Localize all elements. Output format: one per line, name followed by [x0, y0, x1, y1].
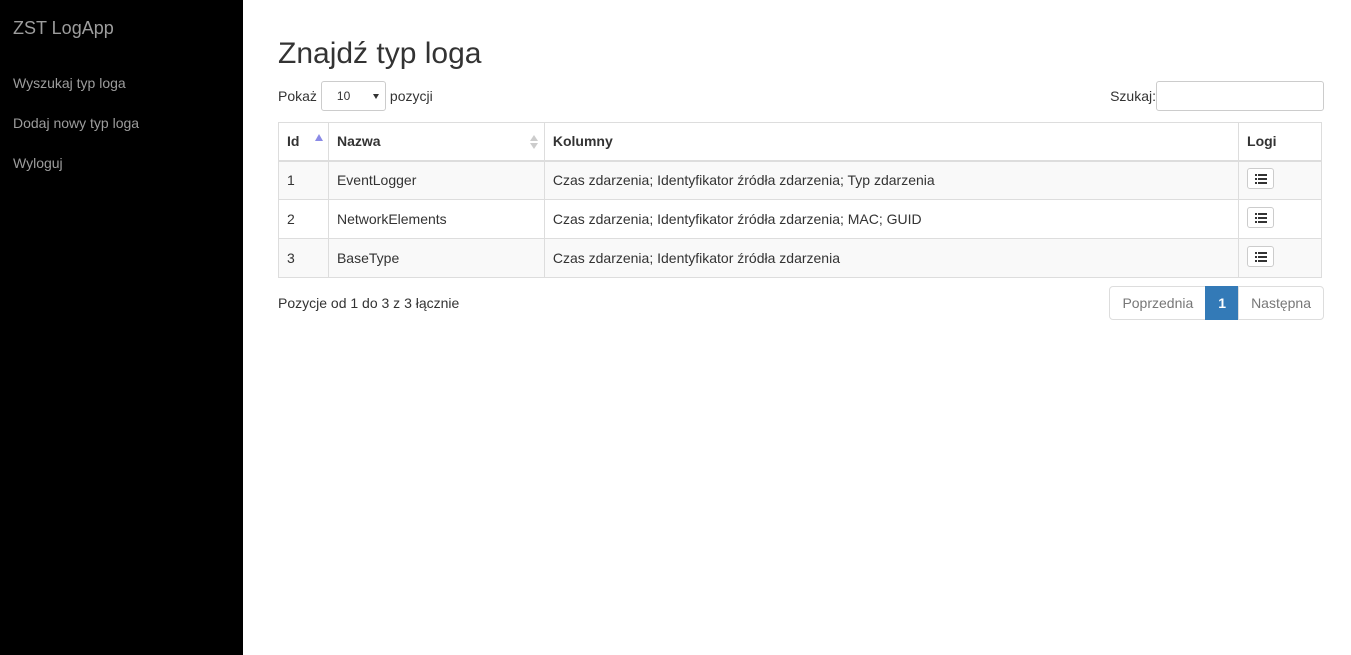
chevron-down-icon: [372, 94, 379, 99]
list-icon: [1255, 213, 1268, 223]
sidebar: ZST LogApp Wyszukaj typ loga Dodaj nowy …: [0, 0, 243, 655]
view-logs-button[interactable]: [1247, 246, 1275, 267]
column-header-name[interactable]: Nazwa: [327, 122, 545, 162]
sidebar-item-add-log-type[interactable]: Dodaj nowy typ loga: [13, 113, 139, 133]
main-content: Znajdź typ loga Pokaż 10 pozycji Szukaj:…: [278, 0, 1324, 655]
view-logs-button[interactable]: [1247, 207, 1275, 228]
search-input[interactable]: [1156, 81, 1324, 111]
view-logs-button[interactable]: [1247, 168, 1275, 190]
log-types-table: Id Nazwa Kolumny Logi 1 EventLogger Czas…: [278, 122, 1322, 278]
table-info: Pozycje od 1 do 3 z 3 łącznie: [278, 295, 460, 311]
cell-logs: [1238, 238, 1322, 278]
table-header-row: Id Nazwa Kolumny Logi: [278, 122, 1322, 162]
cell-name: EventLogger: [327, 160, 545, 200]
sort-ascending-icon: [314, 134, 323, 141]
sidebar-item-search-log-type[interactable]: Wyszukaj typ loga: [13, 73, 126, 93]
app-brand[interactable]: ZST LogApp: [13, 16, 114, 40]
page-length-control: Pokaż 10 pozycji: [278, 81, 433, 111]
cell-logs: [1238, 199, 1322, 239]
next-page-button[interactable]: Następna: [1238, 286, 1324, 320]
column-header-label: Logi: [1247, 133, 1277, 150]
cell-columns: Czas zdarzenia; Identyfikator źródła zda…: [543, 238, 1240, 278]
table-row: 3 BaseType Czas zdarzenia; Identyfikator…: [278, 238, 1322, 278]
list-icon: [1255, 252, 1268, 262]
column-header-label: Kolumny: [552, 133, 613, 150]
sidebar-item-logout[interactable]: Wyloguj: [13, 153, 63, 173]
page-length-prefix: Pokaż: [278, 88, 317, 104]
search-label: Szukaj:: [1110, 88, 1156, 104]
page-length-value: 10: [336, 89, 351, 103]
cell-id: 3: [278, 238, 329, 278]
list-icon: [1255, 174, 1268, 185]
cell-name: NetworkElements: [327, 199, 545, 239]
cell-columns: Czas zdarzenia; Identyfikator źródła zda…: [543, 199, 1240, 239]
column-header-label: Nazwa: [336, 133, 381, 150]
page-title: Znajdź typ loga: [278, 37, 482, 70]
table-row: 1 EventLogger Czas zdarzenia; Identyfika…: [278, 160, 1322, 200]
column-header-label: Id: [287, 133, 300, 150]
cell-id: 1: [278, 160, 329, 200]
cell-logs: [1238, 160, 1322, 200]
previous-page-button[interactable]: Poprzednia: [1109, 286, 1207, 320]
cell-name: BaseType: [327, 238, 545, 278]
page-1-button[interactable]: 1: [1205, 286, 1240, 320]
search-control: Szukaj:: [1110, 81, 1324, 111]
pagination: Poprzednia 1 Następna: [1109, 286, 1324, 320]
table-row: 2 NetworkElements Czas zdarzenia; Identy…: [278, 199, 1322, 239]
column-header-columns: Kolumny: [543, 122, 1240, 162]
sort-icon: [529, 135, 538, 149]
page-length-suffix: pozycji: [389, 88, 433, 104]
column-header-id[interactable]: Id: [278, 122, 329, 162]
column-header-logs: Logi: [1238, 122, 1322, 162]
cell-id: 2: [278, 199, 329, 239]
page-length-select[interactable]: 10: [320, 81, 386, 111]
cell-columns: Czas zdarzenia; Identyfikator źródła zda…: [543, 160, 1240, 200]
